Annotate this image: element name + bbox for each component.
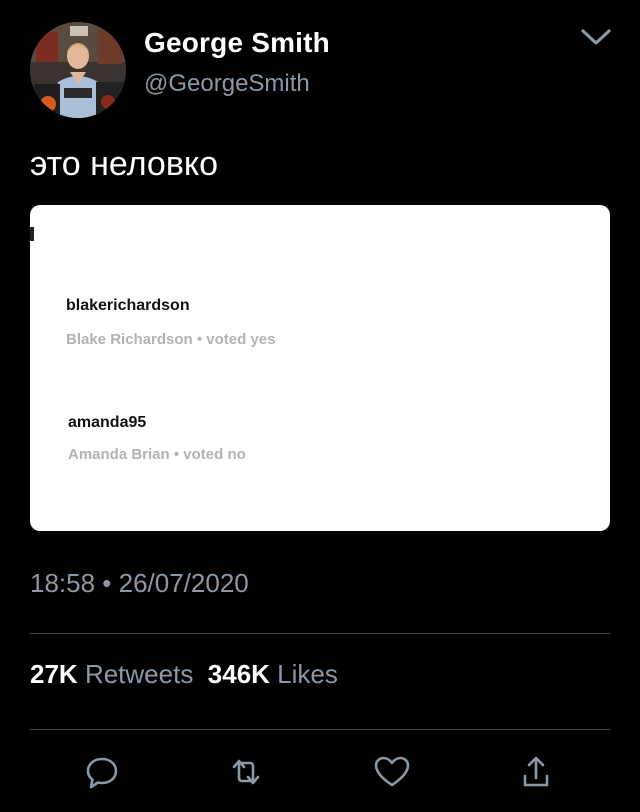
- retweet-icon[interactable]: [226, 752, 266, 792]
- retweets-count: 27K: [30, 659, 78, 689]
- likes-label: Likes: [277, 659, 338, 689]
- retweets-label: Retweets: [84, 659, 194, 689]
- media-crop-edge: [30, 227, 34, 241]
- vote-username: blakerichardson: [66, 297, 190, 314]
- avatar[interactable]: [30, 22, 126, 118]
- likes-count: 346K: [207, 659, 270, 689]
- author-handle[interactable]: @GeorgeSmith: [144, 70, 310, 98]
- author-display-name[interactable]: George Smith: [144, 27, 330, 59]
- divider: [30, 729, 610, 730]
- vote-meta: Blake Richardson • voted yes: [66, 331, 276, 348]
- reply-icon[interactable]: [82, 752, 122, 792]
- tweet-media-image[interactable]: blakerichardson Blake Richardson • voted…: [30, 205, 610, 531]
- avatar-photo: [30, 22, 126, 118]
- divider: [30, 633, 610, 634]
- like-icon[interactable]: [372, 752, 412, 792]
- tweet-stats: 27K Retweets 346K Likes: [30, 659, 338, 690]
- chevron-down-icon[interactable]: [578, 24, 614, 50]
- vote-meta: Amanda Brian • voted no: [68, 446, 246, 463]
- tweet-timestamp[interactable]: 18:58 • 26/07/2020: [30, 568, 249, 599]
- tweet-text: это неловко: [30, 145, 219, 183]
- likes-stat[interactable]: 346K Likes: [208, 659, 338, 689]
- retweets-stat[interactable]: 27K Retweets: [30, 659, 193, 689]
- share-icon[interactable]: [516, 752, 556, 792]
- vote-username: amanda95: [68, 414, 147, 431]
